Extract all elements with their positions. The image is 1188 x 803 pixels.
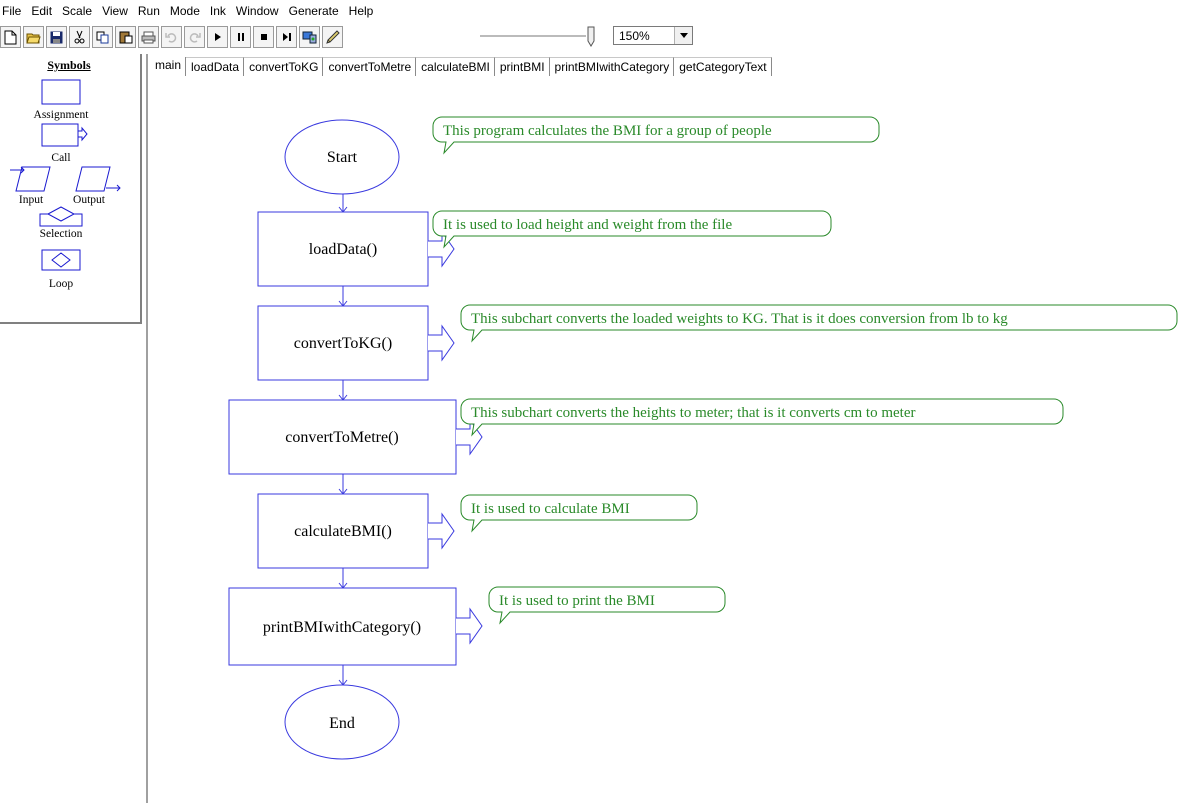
- call-label: convertToKG(): [294, 335, 392, 352]
- start-terminal[interactable]: Start: [284, 119, 400, 195]
- call-label: printBMIwithCategory(): [263, 619, 421, 636]
- call-loaddata[interactable]: loadData(): [257, 211, 455, 287]
- call-printbmiwithcategory[interactable]: printBMIwithCategory(): [228, 587, 483, 666]
- comment-calculatebmi[interactable]: It is used to calculate BMI: [460, 494, 698, 533]
- end-terminal[interactable]: End: [284, 684, 400, 760]
- comment-text: It is used to print the BMI: [499, 593, 655, 609]
- flowchart-canvas: Start loadData() convertToKG() convertTo…: [228, 116, 1178, 760]
- comment-text: It is used to calculate BMI: [471, 501, 630, 517]
- start-label: Start: [327, 149, 358, 166]
- call-label: calculateBMI(): [294, 523, 392, 540]
- end-label: End: [329, 715, 355, 732]
- comment-converttometre[interactable]: This subchart converts the heights to me…: [460, 398, 1064, 437]
- call-label: loadData(): [309, 241, 377, 258]
- comment-text: It is used to load height and weight fro…: [443, 217, 732, 233]
- comment-text: This subchart converts the heights to me…: [471, 405, 915, 421]
- call-label: convertToMetre(): [285, 429, 399, 446]
- comment-text: This program calculates the BMI for a gr…: [443, 123, 772, 139]
- comment-printbmi[interactable]: It is used to print the BMI: [488, 586, 726, 625]
- comment-converttokg[interactable]: This subchart converts the loaded weight…: [460, 304, 1178, 343]
- call-calculatebmi[interactable]: calculateBMI(): [257, 493, 455, 569]
- call-converttometre[interactable]: convertToMetre(): [228, 399, 483, 475]
- comment-loaddata[interactable]: It is used to load height and weight fro…: [432, 210, 832, 249]
- call-converttokg[interactable]: convertToKG(): [257, 305, 455, 381]
- comment-program[interactable]: This program calculates the BMI for a gr…: [432, 116, 880, 155]
- comment-text: This subchart converts the loaded weight…: [471, 311, 1008, 327]
